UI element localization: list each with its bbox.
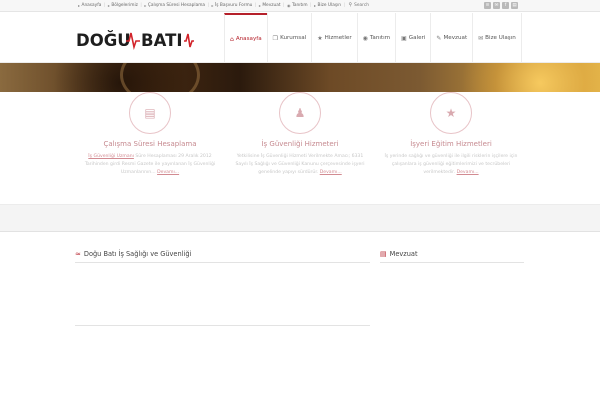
read-more-link[interactable]: Devamı... <box>320 170 342 175</box>
globe-icon: ◉ <box>362 34 368 42</box>
top-search[interactable]: ⚲ Search <box>349 2 369 8</box>
nav-item-bize-ulasin[interactable]: ✉ Bize Ulaşın <box>472 13 522 63</box>
nav-item-mevzuat[interactable]: ✎ Mevzuat <box>430 13 472 63</box>
section-rule-right <box>380 262 524 263</box>
service-icon-circle[interactable]: ♟ <box>279 92 321 134</box>
document-icon: ▤ <box>380 250 387 258</box>
divider-band <box>0 204 600 232</box>
top-link-anasayfa[interactable]: ▸ Anasayfa <box>76 3 103 8</box>
site-header: DOĞU BATI ⌂ Anasayfa ❒ Kurumsal ★ Hizmetler… <box>0 13 600 63</box>
service-description: Yetkilisine İş Güvenliği Hizmeti Verilme… <box>235 154 365 175</box>
service-isyeri-egitim: ★ İşyeri Eğitim Hizmetleri İş yerinde sa… <box>376 92 526 177</box>
service-title[interactable]: İş Güvenliği Hizmeteri <box>225 140 375 148</box>
social-icons: ≡ ✉ f ▤ <box>484 2 518 9</box>
chevron-right-icon: ▸ <box>211 2 214 8</box>
site-logo[interactable]: DOĞU BATI <box>76 30 194 50</box>
top-bar: ▸ Anasayfa | ▸ Bölgelerimiz | ▸ Çalışma Süres… <box>0 0 600 12</box>
service-title[interactable]: İşyeri Eğitim Hizmetleri <box>376 140 526 148</box>
email-icon[interactable]: ✉ <box>493 2 500 9</box>
content-bottom-rule <box>75 325 370 326</box>
envelope-icon: ✉ <box>478 34 484 42</box>
edit-icon: ✎ <box>436 34 442 42</box>
star-icon: ★ <box>317 34 323 42</box>
section-title-right: ▤ Mevzuat <box>380 250 418 258</box>
chevron-right-icon: ▸ <box>258 2 261 8</box>
service-description: İş Güvenliği Uzmanı Süre Hesaplaması 29 … <box>84 154 216 175</box>
service-icon-circle[interactable]: ★ <box>430 92 472 134</box>
globe-icon: ◉ <box>287 2 291 8</box>
top-link-is-basvuru[interactable]: ▸ İş Başvuru Formu <box>209 3 254 8</box>
logo-text-right: BATI <box>141 31 182 50</box>
home-icon: ⌂ <box>230 35 234 43</box>
heartbeat-tail-icon <box>184 33 194 48</box>
users-icon: ♟ <box>294 106 306 120</box>
top-link-bize-ulasin[interactable]: ▸ Bize Ulaşın <box>312 3 343 8</box>
hero-banner-image <box>0 63 600 92</box>
main-nav: ⌂ Anasayfa ❒ Kurumsal ★ Hizmetler ◉ Tanıtım … <box>224 13 522 63</box>
search-icon: ⚲ <box>348 2 353 8</box>
nav-item-tanitim[interactable]: ◉ Tanıtım <box>356 13 395 63</box>
chevron-right-icon: ▸ <box>144 2 147 8</box>
top-nav: ▸ Anasayfa | ▸ Bölgelerimiz | ▸ Çalışma Süres… <box>76 2 369 8</box>
service-icon-circle[interactable]: ▤ <box>129 92 171 134</box>
services-section: ▤ Çalışma Süresi Hesaplama İş Güvenliği … <box>0 92 600 204</box>
clipboard-icon: ▤ <box>144 106 156 120</box>
service-is-guvenligi: ♟ İş Güvenliği Hizmeteri Yetkilisine İş … <box>225 92 375 177</box>
service-calisma-suresi: ▤ Çalışma Süresi Hesaplama İş Güvenliği … <box>75 92 225 177</box>
star-icon: ★ <box>445 106 457 120</box>
chart-line-icon: ≈ <box>75 250 81 258</box>
chevron-right-icon: ▸ <box>313 2 316 8</box>
top-link-bolgelerimiz[interactable]: ▸ Bölgelerimiz <box>106 3 140 8</box>
nav-item-galeri[interactable]: ▣ Galeri <box>395 13 430 63</box>
top-link-calisma-suresi[interactable]: ▸ Çalışma Süresi Hesaplama <box>142 3 207 8</box>
section-rule-left <box>75 262 370 263</box>
top-link-tanitim[interactable]: ◉ Tanıtım <box>285 3 310 8</box>
nav-item-hizmetler[interactable]: ★ Hizmetler <box>311 13 356 63</box>
read-more-link[interactable]: Devamı... <box>457 170 479 175</box>
service-description: İş yerinde sağlığı ve güvenliği ile ilgi… <box>384 154 518 175</box>
service-title[interactable]: Çalışma Süresi Hesaplama <box>75 140 225 148</box>
nav-item-anasayfa[interactable]: ⌂ Anasayfa <box>224 13 267 63</box>
logo-text-left: DOĞU <box>76 31 131 50</box>
message-icon[interactable]: ▤ <box>511 2 518 9</box>
image-icon: ▣ <box>401 34 407 42</box>
nav-item-kurumsal[interactable]: ❒ Kurumsal <box>266 13 312 63</box>
service-desc-link[interactable]: İş Güvenliği Uzmanı <box>88 154 134 159</box>
rss-icon[interactable]: ≡ <box>484 2 491 9</box>
section-title-left: ≈ Doğu Batı İş Sağlığı ve Güvenliği <box>75 250 192 258</box>
facebook-icon[interactable]: f <box>502 2 509 9</box>
book-icon: ❒ <box>272 34 279 42</box>
top-link-mevzuat[interactable]: ▸ Mevzuat <box>257 3 283 8</box>
chevron-right-icon: ▸ <box>78 2 81 8</box>
chevron-right-icon: ▸ <box>107 2 110 8</box>
read-more-link[interactable]: Devamı... <box>157 170 179 175</box>
